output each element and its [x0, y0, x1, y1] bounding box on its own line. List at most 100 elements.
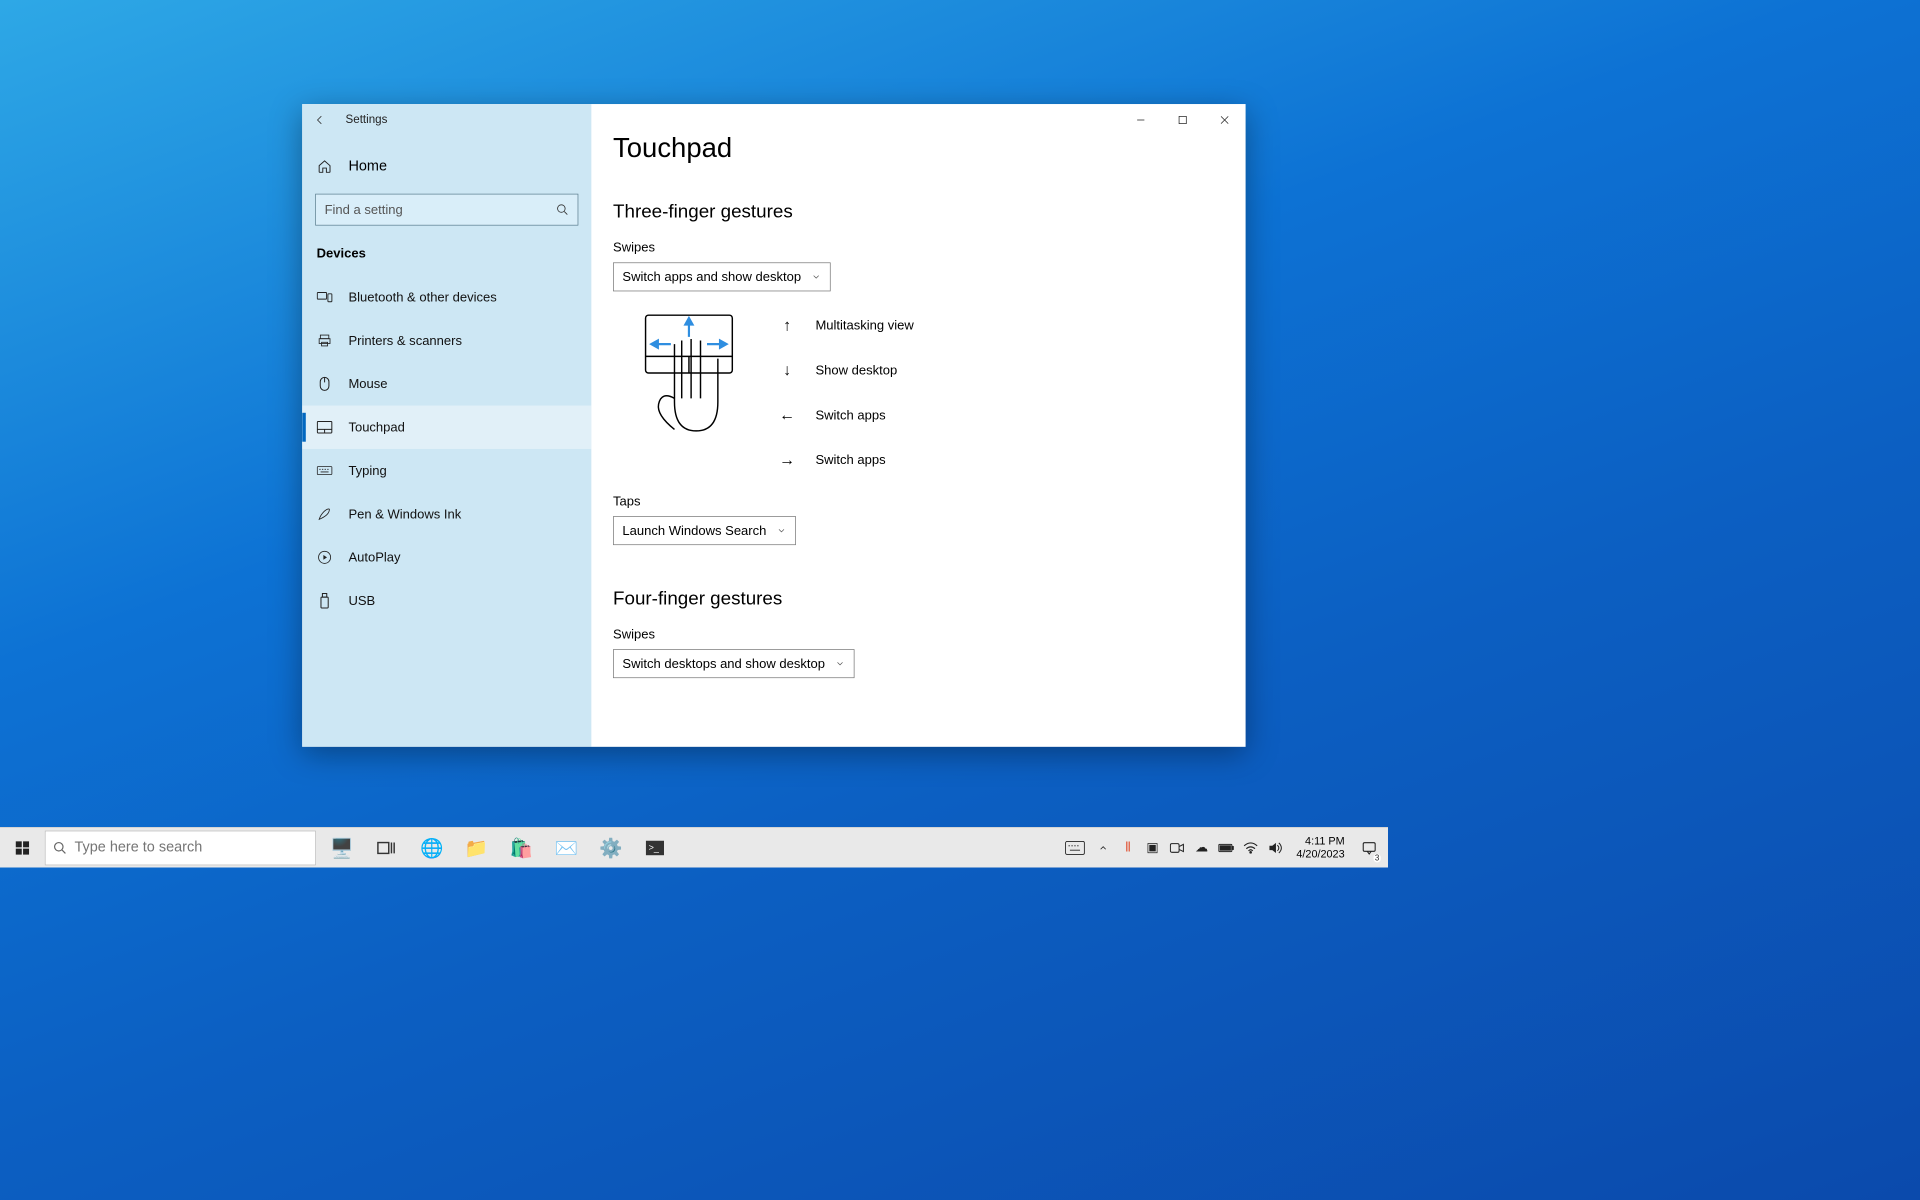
minimize-button[interactable] — [1120, 104, 1162, 136]
legend-text: Switch apps — [815, 452, 885, 467]
gear-icon: ⚙️ — [599, 837, 621, 859]
tray-wifi[interactable] — [1240, 827, 1262, 867]
notification-badge: 3 — [1373, 853, 1380, 862]
camera-icon — [1170, 842, 1184, 854]
task-view-button[interactable] — [364, 827, 409, 867]
tray-overflow[interactable] — [1093, 827, 1115, 867]
nav-label: Touchpad — [348, 420, 404, 435]
nav-label: Bluetooth & other devices — [348, 290, 496, 305]
start-button[interactable] — [0, 827, 45, 867]
chevron-up-icon — [1098, 843, 1108, 853]
taskbar-app-store[interactable]: 🛍️ — [498, 827, 543, 867]
search-icon — [53, 840, 67, 854]
dropdown-value: Switch apps and show desktop — [622, 269, 801, 284]
four-finger-heading: Four-finger gestures — [613, 587, 1224, 609]
nav-label: Pen & Windows Ink — [348, 506, 461, 521]
autoplay-icon — [317, 550, 333, 564]
home-icon — [317, 159, 333, 173]
taskbar-app-explorer[interactable]: 📁 — [453, 827, 498, 867]
settings-window: Settings Home — [302, 104, 1245, 747]
tray-input-indicator[interactable] — [1061, 827, 1090, 867]
chevron-down-icon — [776, 526, 786, 536]
sidebar-item-touchpad[interactable]: Touchpad — [302, 406, 591, 449]
search-input[interactable] — [325, 202, 556, 217]
taskbar-app-settings[interactable]: ⚙️ — [588, 827, 633, 867]
pen-icon — [317, 507, 333, 521]
tray-volume[interactable] — [1265, 827, 1287, 867]
cloud-icon: ☁ — [1195, 840, 1208, 855]
content-pane: Touchpad Three-finger gestures Swipes Sw… — [591, 104, 1245, 747]
sidebar-item-usb[interactable]: USB — [302, 579, 591, 622]
wifi-icon — [1244, 842, 1258, 854]
swipes-label: Swipes — [613, 240, 1224, 255]
four-swipes-dropdown[interactable]: Switch desktops and show desktop — [613, 649, 855, 678]
sidebar-item-mouse[interactable]: Mouse — [302, 362, 591, 405]
taskbar-app-mail[interactable]: ✉️ — [543, 827, 588, 867]
dropdown-value: Launch Windows Search — [622, 523, 766, 538]
taskbar-clock[interactable]: 4:11 PM 4/20/2023 — [1289, 835, 1352, 860]
speaker-icon — [1268, 841, 1282, 854]
sidebar-item-bluetooth[interactable]: Bluetooth & other devices — [302, 275, 591, 318]
arrow-down-icon: ↓ — [779, 361, 795, 380]
maximize-button[interactable] — [1162, 104, 1204, 136]
sidebar-item-typing[interactable]: Typing — [302, 449, 591, 492]
home-label: Home — [348, 158, 387, 175]
clock-time: 4:11 PM — [1305, 835, 1345, 847]
nav-label: Printers & scanners — [348, 333, 462, 348]
news-widget[interactable]: 🖥️ — [319, 827, 364, 867]
back-button[interactable] — [302, 104, 338, 136]
taskbar-app-terminal[interactable]: >_ — [633, 827, 678, 867]
terminal-icon: >_ — [644, 837, 666, 859]
taskbar-app-edge[interactable]: 🌐 — [408, 827, 453, 867]
action-center-button[interactable]: 3 — [1355, 827, 1384, 867]
taskbar-search-input[interactable] — [74, 839, 308, 856]
legend-text: Show desktop — [815, 363, 897, 378]
folder-icon: 📁 — [465, 837, 487, 859]
sidebar-item-autoplay[interactable]: AutoPlay — [302, 536, 591, 579]
three-taps-dropdown[interactable]: Launch Windows Search — [613, 516, 796, 545]
four-swipes-label: Swipes — [613, 627, 1224, 642]
legend-down: ↓ Show desktop — [779, 361, 913, 380]
mouse-icon — [317, 376, 333, 392]
home-nav[interactable]: Home — [302, 147, 591, 185]
chevron-down-icon — [811, 272, 821, 282]
titlebar: Settings — [302, 104, 1245, 136]
arrow-left-icon: ← — [779, 406, 795, 425]
sidebar: Home Devices Bluetooth & other devices — [302, 104, 591, 747]
taskbar: 🖥️ 🌐 📁 🛍️ ✉️ ⚙️ >_ ⦀ ▣ ☁ — [0, 827, 1388, 867]
search-icon — [556, 203, 569, 216]
search-box[interactable] — [315, 194, 578, 226]
dropdown-value: Switch desktops and show desktop — [622, 656, 825, 671]
tray-battery[interactable] — [1215, 827, 1237, 867]
taskbar-search[interactable] — [45, 830, 316, 865]
nav-label: USB — [348, 593, 375, 608]
section-label: Devices — [302, 239, 591, 276]
tray-meet-now[interactable] — [1166, 827, 1188, 867]
devices-icon — [317, 290, 333, 304]
sidebar-item-printers[interactable]: Printers & scanners — [302, 319, 591, 362]
tray-app-2[interactable]: ▣ — [1142, 827, 1164, 867]
touchpad-gesture-illustration — [642, 312, 736, 485]
nav-label: Mouse — [348, 376, 387, 391]
taps-label: Taps — [613, 494, 1224, 509]
legend-text: Multitasking view — [815, 318, 913, 333]
tray-onedrive[interactable]: ☁ — [1191, 827, 1213, 867]
three-swipes-dropdown[interactable]: Switch apps and show desktop — [613, 262, 831, 291]
legend-left: ← Switch apps — [779, 406, 913, 425]
close-button[interactable] — [1204, 104, 1246, 136]
app-title: Settings — [338, 113, 387, 126]
page-title: Touchpad — [613, 133, 1224, 164]
keyboard-icon — [317, 466, 333, 476]
app-icon: ⦀ — [1125, 840, 1131, 855]
nav-label: Typing — [348, 463, 386, 478]
tray-app-1[interactable]: ⦀ — [1117, 827, 1139, 867]
three-finger-heading: Three-finger gestures — [613, 200, 1224, 222]
news-icon: 🖥️ — [330, 837, 352, 859]
clock-date: 4/20/2023 — [1296, 848, 1344, 860]
nav-label: AutoPlay — [348, 550, 400, 565]
system-tray: ⦀ ▣ ☁ 4:11 PM 4/20/2023 3 — [1061, 827, 1388, 867]
svg-text:>_: >_ — [649, 842, 660, 852]
sidebar-item-pen[interactable]: Pen & Windows Ink — [302, 492, 591, 535]
store-icon: 🛍️ — [510, 837, 532, 859]
battery-icon — [1218, 843, 1234, 852]
